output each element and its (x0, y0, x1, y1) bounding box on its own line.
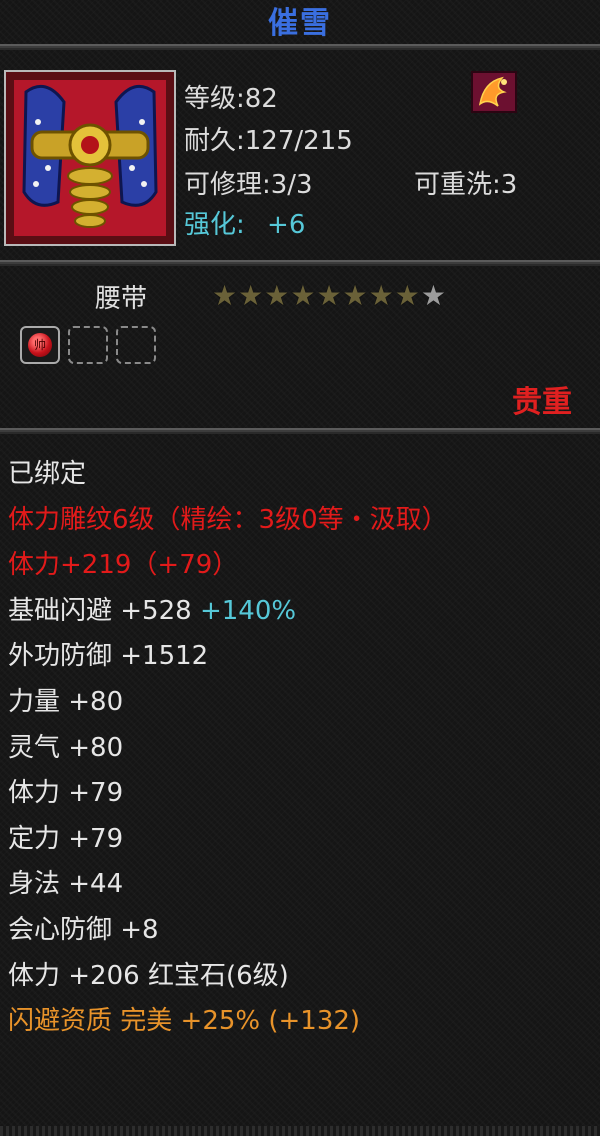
external-defense-line: 外功防御 +1512 (8, 641, 209, 672)
body-divider (0, 428, 600, 434)
dodge-line: 基础闪避 +528 +140% (8, 589, 448, 635)
enhance-label: 强化: (184, 210, 245, 240)
star-icon: ★ (290, 279, 316, 312)
strength-line: 力量 +80 (8, 686, 124, 717)
star-rating: ★ ★ ★ ★ ★ ★ ★ ★ ★ (212, 281, 446, 311)
dodge-percent: +140% (199, 595, 297, 626)
rewash-stat: 可重洗:3 (414, 170, 518, 200)
attribute-list: 已绑定 体力雕纹6级（精绘：3级0等・汲取） 体力+219（+79） 基础闪避 … (8, 452, 448, 1045)
level-stat: 等级:82 (184, 84, 278, 114)
stamina-bonus-line: 体力+219（+79） (8, 550, 239, 581)
gem-slots: 帅 (20, 326, 156, 364)
crit-defense-line: 会心防御 +8 (8, 914, 159, 945)
gem-slot-empty[interactable] (116, 326, 156, 364)
engraving-line: 体力雕纹6级（精绘：3级0等・汲取） (8, 504, 448, 535)
star-icon: ★ (316, 279, 342, 312)
star-icon: ★ (212, 279, 238, 312)
gem-slot[interactable]: 帅 (20, 326, 60, 364)
gem-bonus-line: 体力 +206 红宝石(6级) (8, 960, 289, 991)
title-divider (0, 44, 600, 50)
item-type-label: 腰带 (95, 284, 148, 314)
item-title: 催雪 (268, 6, 332, 41)
phoenix-badge-icon (468, 68, 524, 116)
agility-line: 身法 +44 (8, 869, 124, 900)
star-icon: ★ (342, 279, 368, 312)
belt-item-icon (4, 70, 176, 246)
star-icon: ★ (368, 279, 394, 312)
star-icon: ★ (238, 279, 264, 312)
bound-status: 已绑定 (8, 459, 87, 489)
bottom-border (0, 1126, 600, 1136)
spirit-line: 灵气 +80 (8, 732, 124, 763)
item-tooltip-panel: 催雪 等级:82 耐久:127/215 可修理:3/3 可重洗:3 强化: +6… (0, 0, 600, 1136)
dodge-text: 基础闪避 +528 (8, 595, 200, 626)
ruby-gem-icon: 帅 (28, 333, 52, 357)
star-icon: ★ (264, 279, 290, 312)
enhance-stat: 强化: +6 (184, 204, 305, 241)
dodge-aptitude-line: 闪避资质 完美 +25% (+132) (8, 1006, 361, 1037)
stamina-line: 体力 +79 (8, 778, 124, 809)
focus-line: 定力 +79 (8, 823, 124, 854)
quality-label: 贵重 (512, 385, 572, 420)
star-icon: ★ (420, 279, 446, 312)
durability-stat: 耐久:127/215 (184, 126, 353, 156)
star-icon: ★ (394, 279, 420, 312)
gem-slot-empty[interactable] (68, 326, 108, 364)
header-divider (0, 260, 600, 266)
enhance-value: +6 (267, 210, 306, 240)
repairable-stat: 可修理:3/3 (184, 170, 313, 200)
